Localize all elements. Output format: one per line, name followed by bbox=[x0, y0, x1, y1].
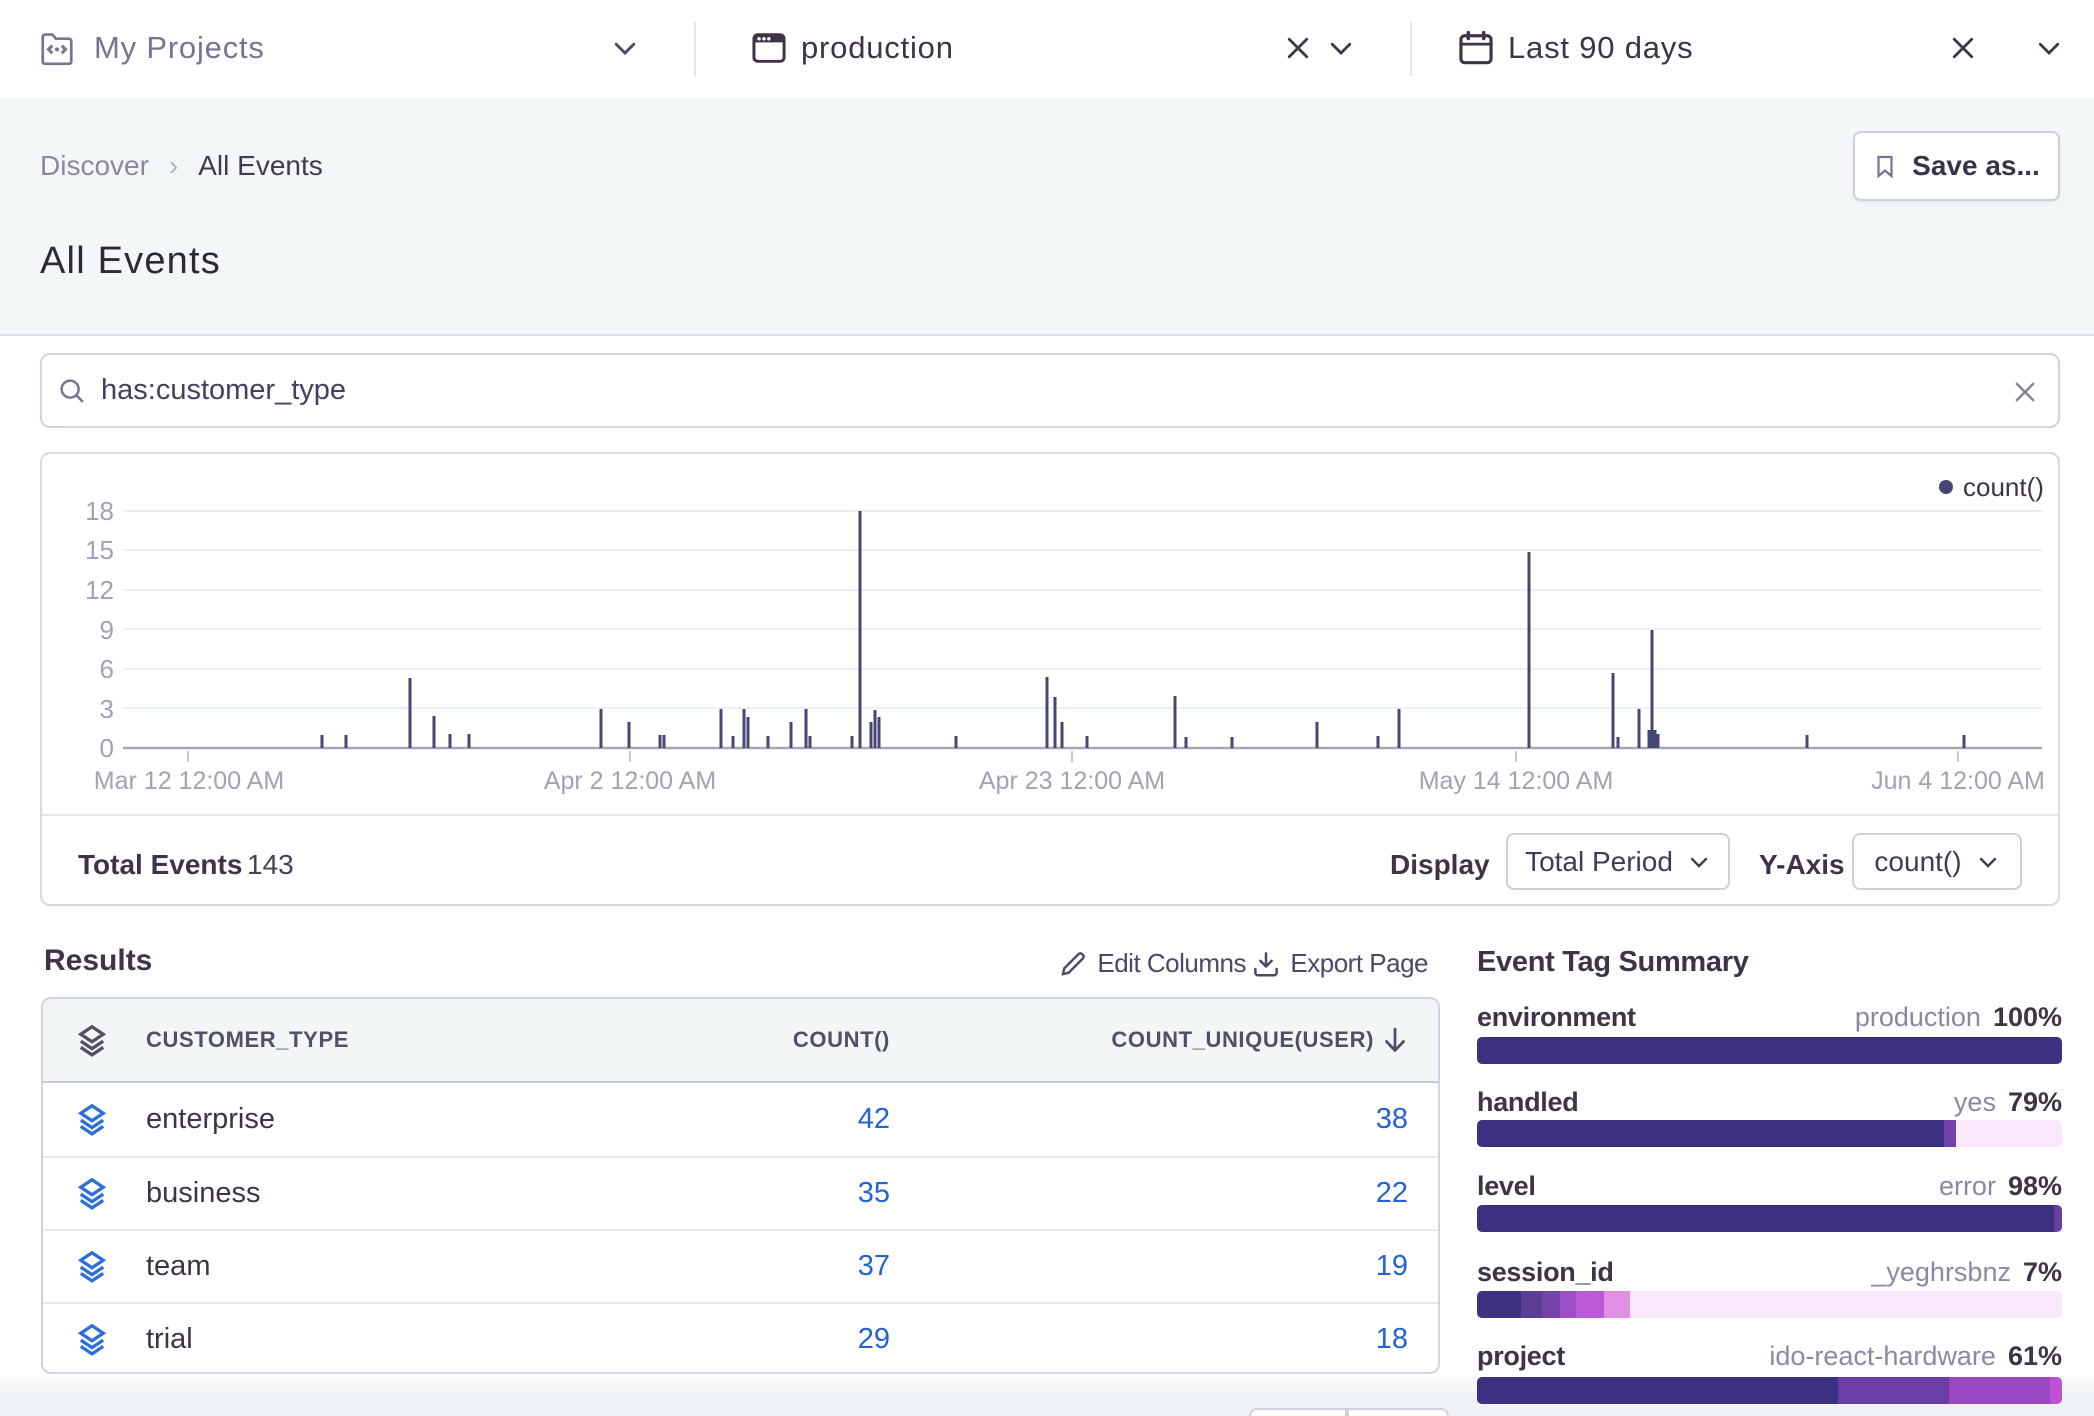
svg-text:18: 18 bbox=[85, 496, 114, 526]
svg-text:3: 3 bbox=[100, 694, 114, 724]
svg-text:0: 0 bbox=[100, 733, 114, 763]
svg-text:Apr 23 12:00 AM: Apr 23 12:00 AM bbox=[979, 767, 1165, 795]
svg-text:May 14 12:00 AM: May 14 12:00 AM bbox=[1419, 767, 1614, 795]
svg-text:15: 15 bbox=[85, 535, 114, 565]
svg-text:Apr 2 12:00 AM: Apr 2 12:00 AM bbox=[544, 767, 716, 795]
svg-text:Mar 12 12:00 AM: Mar 12 12:00 AM bbox=[94, 767, 284, 795]
svg-text:count(): count() bbox=[1963, 472, 2044, 502]
svg-text:12: 12 bbox=[85, 575, 114, 605]
svg-text:9: 9 bbox=[100, 615, 114, 645]
svg-text:Jun 4 12:00 AM: Jun 4 12:00 AM bbox=[1871, 767, 2045, 795]
svg-text:6: 6 bbox=[100, 654, 114, 684]
